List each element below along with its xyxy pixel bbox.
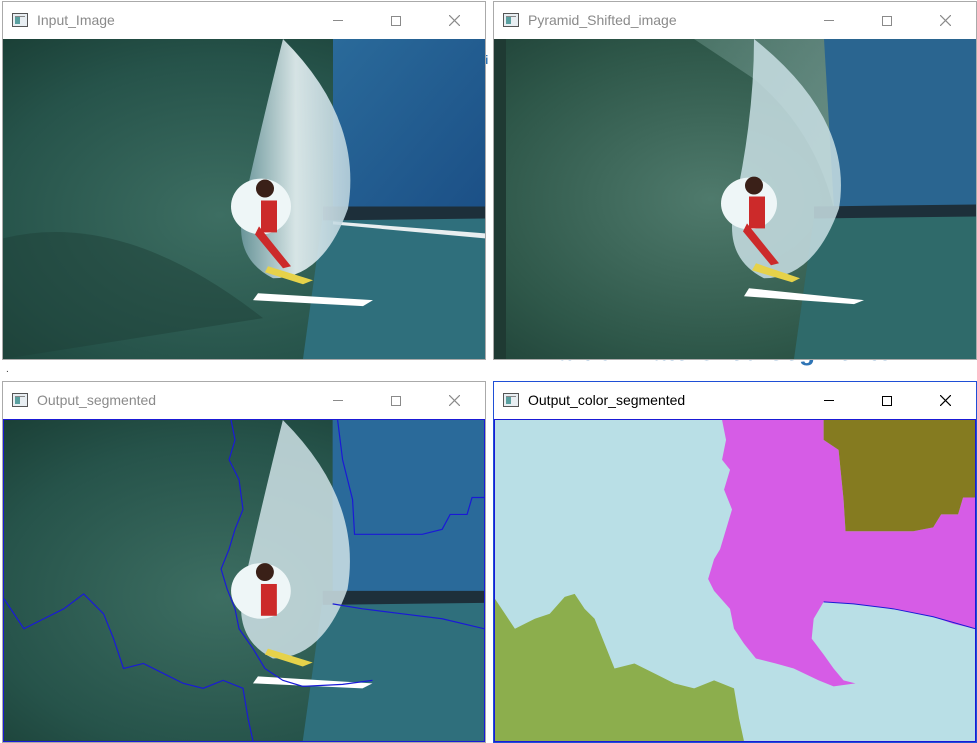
maximize-button[interactable] <box>864 382 910 419</box>
minimize-icon <box>333 400 343 401</box>
image-canvas[interactable] <box>494 39 976 359</box>
window-output-color-segmented[interactable]: Output_color_segmented <box>493 381 977 743</box>
maximize-button[interactable] <box>373 382 419 419</box>
titlebar[interactable]: Output_segmented <box>3 382 485 419</box>
close-icon <box>448 15 460 26</box>
close-button[interactable] <box>922 2 968 39</box>
minimize-button[interactable] <box>806 382 852 419</box>
segmented-photo <box>4 420 484 741</box>
color-segmentation-map <box>495 420 975 741</box>
window-title: Pyramid_Shifted_image <box>528 12 677 28</box>
image-canvas[interactable] <box>494 419 976 742</box>
titlebar[interactable]: Input_Image <box>3 2 485 39</box>
image-canvas[interactable] <box>3 39 485 359</box>
maximize-icon <box>391 395 401 406</box>
mean-shift-photo <box>494 39 976 359</box>
app-window-icon[interactable] <box>503 13 519 27</box>
window-title: Input_Image <box>37 12 115 28</box>
minimize-button[interactable] <box>315 382 361 419</box>
minimize-icon <box>824 20 834 21</box>
close-button[interactable] <box>922 382 968 419</box>
close-icon <box>939 395 951 406</box>
minimize-icon <box>824 400 834 401</box>
window-input-image[interactable]: Input_Image <box>2 1 486 360</box>
window-title: Output_color_segmented <box>528 392 686 408</box>
close-button[interactable] <box>431 2 477 39</box>
maximize-icon <box>882 395 892 406</box>
app-window-icon[interactable] <box>12 393 28 407</box>
titlebar[interactable]: Pyramid_Shifted_image <box>494 2 976 39</box>
window-output-segmented[interactable]: Output_segmented <box>2 381 486 743</box>
maximize-icon <box>391 15 401 26</box>
close-icon <box>448 395 460 406</box>
close-icon <box>939 15 951 26</box>
background-document-dot: . <box>6 364 9 375</box>
image-canvas[interactable] <box>3 419 485 742</box>
window-title: Output_segmented <box>37 392 157 408</box>
maximize-icon <box>882 15 892 26</box>
close-button[interactable] <box>431 382 477 419</box>
app-window-icon[interactable] <box>12 13 28 27</box>
minimize-button[interactable] <box>806 2 852 39</box>
surf-photo <box>3 39 485 359</box>
titlebar[interactable]: Output_color_segmented <box>494 382 976 419</box>
maximize-button[interactable] <box>864 2 910 39</box>
minimize-icon <box>333 20 343 21</box>
maximize-button[interactable] <box>373 2 419 39</box>
minimize-button[interactable] <box>315 2 361 39</box>
window-pyramid-shifted[interactable]: Pyramid_Shifted_image <box>493 1 977 360</box>
app-window-icon[interactable] <box>503 393 519 407</box>
